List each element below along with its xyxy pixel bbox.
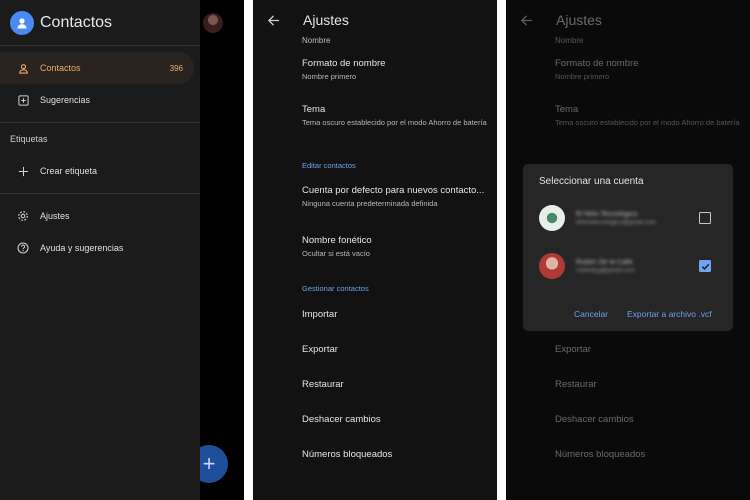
setting-value: Tema oscuro establecido por el modo Ahor… (302, 118, 487, 127)
account-row[interactable]: Rubén De la Calle rubendcg@gmail.com (539, 251, 719, 281)
setting-phonetic-name[interactable]: Nombre fonético Ocultar si está vacío (302, 235, 489, 284)
setting-value: Ocultar si está vacío (302, 249, 370, 258)
nav-item-label: Ajustes (40, 211, 70, 221)
create-label-item[interactable]: Crear etiqueta (0, 155, 200, 187)
check-icon (701, 263, 709, 270)
page-title: Ajustes (556, 12, 602, 28)
plus-icon: + (202, 451, 216, 476)
setting-default-account[interactable]: Cuenta por defecto para nuevos contacto.… (302, 185, 489, 235)
account-name: Rubén De la Calle (576, 258, 633, 266)
dialog-title: Seleccionar una cuenta (539, 176, 644, 187)
settings-list: Nombre Formato de nombre Nombre primero … (302, 36, 489, 484)
help-icon (17, 242, 29, 254)
drawer-header: Contactos (0, 0, 200, 45)
account-checkbox[interactable] (699, 212, 711, 224)
account-name: El Niño Tecnológico (576, 210, 638, 218)
account-avatar (539, 205, 565, 231)
setting-title: Formato de nombre (555, 58, 639, 69)
setting-value: Ninguna cuenta predeterminada definida (302, 199, 438, 208)
app-title: Contactos (40, 13, 113, 31)
navigation-drawer: Contactos Contactos 396 Sugerencias Etiq… (0, 0, 200, 500)
settings-toolbar: Ajustes (253, 0, 497, 40)
setting-title: Tema (555, 104, 579, 115)
gear-icon (17, 210, 29, 222)
name-subtext: Nombre (302, 36, 331, 45)
setting-title: Tema (302, 104, 326, 115)
setting-title: Formato de nombre (302, 58, 386, 69)
nav-item-ajustes[interactable]: Ajustes (0, 200, 200, 232)
setting-value: Nombre primero (555, 72, 610, 81)
account-row[interactable]: El Niño Tecnológico elninotecnologico@gm… (539, 203, 719, 233)
setting-theme[interactable]: Tema Tema oscuro establecido por el modo… (302, 104, 489, 161)
blocked-numbers-item: Números bloqueados (555, 449, 646, 460)
nav-item-contactos[interactable]: Contactos 396 (0, 52, 194, 84)
undo-changes-item[interactable]: Deshacer cambios (302, 414, 489, 449)
plus-icon (17, 165, 29, 177)
setting-title: Cuenta por defecto para nuevos contacto.… (302, 185, 485, 196)
contacts-count: 396 (169, 63, 183, 73)
setting-value: Tema oscuro establecido por el modo Ahor… (555, 118, 740, 127)
page-title: Ajustes (303, 12, 349, 28)
nav-item-label: Contactos (40, 63, 81, 73)
suggestions-icon (17, 94, 29, 106)
cancel-button[interactable]: Cancelar (574, 309, 608, 319)
blocked-numbers-item[interactable]: Números bloqueados (302, 449, 489, 484)
restore-item: Restaurar (555, 379, 597, 390)
nav-item-label: Crear etiqueta (40, 166, 98, 176)
nav-item-sugerencias[interactable]: Sugerencias (0, 84, 200, 116)
settings-toolbar: Ajustes (506, 0, 750, 40)
nav-item-label: Sugerencias (40, 95, 91, 105)
export-item[interactable]: Exportar (302, 344, 489, 379)
dimmed-settings: Ajustes Nombre Formato de nombre Nombre … (506, 0, 750, 460)
restore-item[interactable]: Restaurar (302, 379, 489, 414)
account-avatar[interactable] (203, 13, 223, 33)
person-icon (17, 62, 29, 74)
import-item[interactable]: Importar (302, 309, 489, 344)
setting-name-format: Formato de nombre Nombre primero (555, 58, 742, 104)
undo-changes-item: Deshacer cambios (555, 414, 634, 425)
nav-item-label: Ayuda y sugerencias (40, 243, 124, 253)
nav-item-ayuda[interactable]: Ayuda y sugerencias (0, 232, 200, 264)
account-email: rubendcg@gmail.com (576, 267, 635, 274)
account-checkbox[interactable] (699, 260, 711, 272)
manage-contacts-header: Gestionar contactos (302, 284, 369, 293)
contacts-logo-icon (10, 10, 34, 35)
edit-contacts-header: Editar contactos (302, 161, 356, 170)
setting-value: Nombre primero (302, 72, 357, 81)
setting-title: Nombre fonético (302, 235, 372, 246)
select-account-dialog: Seleccionar una cuenta El Niño Tecnológi… (523, 164, 733, 331)
export-vcf-button[interactable]: Exportar a archivo .vcf (627, 309, 712, 319)
back-arrow-icon[interactable] (267, 13, 281, 27)
labels-section-header: Etiquetas (10, 134, 48, 144)
account-avatar (539, 253, 565, 279)
setting-name-format[interactable]: Formato de nombre Nombre primero (302, 58, 489, 104)
export-item: Exportar (555, 344, 591, 355)
account-email: elninotecnologico@gmail.com (576, 219, 656, 226)
export-dialog-screen: Ajustes Nombre Formato de nombre Nombre … (506, 0, 750, 500)
contacts-drawer-screen: + Contactos Contactos 396 Sugerencias Et… (0, 0, 244, 500)
settings-screen: Ajustes Nombre Formato de nombre Nombre … (253, 0, 497, 500)
setting-theme: Tema Tema oscuro establecido por el modo… (555, 104, 742, 161)
back-arrow-icon (520, 13, 534, 27)
name-subtext: Nombre (555, 36, 584, 45)
